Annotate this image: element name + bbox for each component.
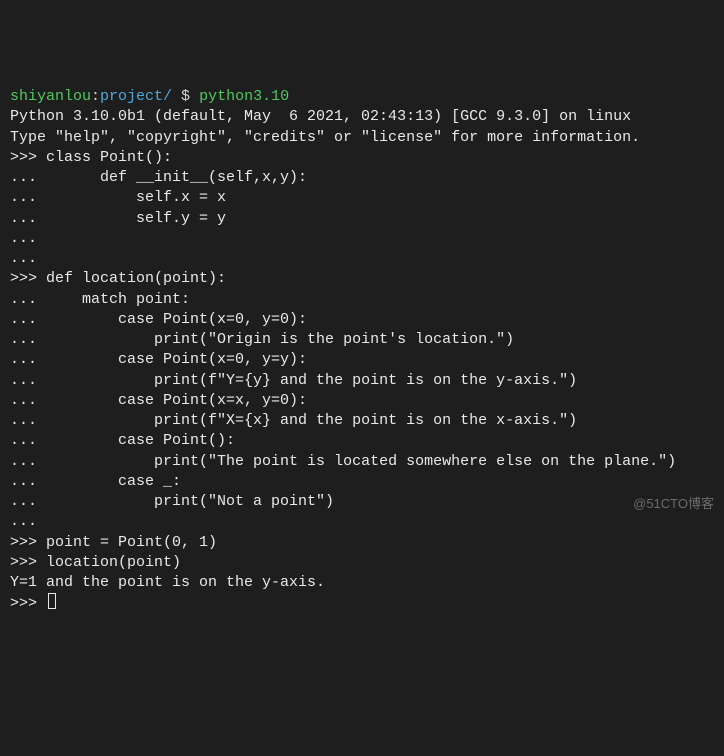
- terminal[interactable]: shiyanlou:project/ $ python3.10Python 3.…: [10, 87, 714, 615]
- ps1-prompt: >>>: [10, 595, 46, 612]
- watermark: @51CTO博客: [633, 495, 714, 513]
- ps2-prompt: ...: [10, 453, 46, 470]
- repl-line: ...: [10, 512, 714, 532]
- repl-line: ...: [10, 249, 714, 269]
- prompt-sep: :: [91, 88, 100, 105]
- command-typed: python3.10: [199, 88, 289, 105]
- repl-line: >>> location(point): [10, 553, 714, 573]
- code: class Point():: [46, 149, 172, 166]
- repl-line: >>> def location(point):: [10, 269, 714, 289]
- ps2-prompt: ...: [10, 412, 46, 429]
- repl-line: ...: [10, 229, 714, 249]
- prompt-path: project/: [100, 88, 172, 105]
- repl-line: ... self.x = x: [10, 188, 714, 208]
- code: print(f"X={x} and the point is on the x-…: [46, 412, 577, 429]
- ps1-prompt: >>>: [10, 270, 46, 287]
- ps2-prompt: ...: [10, 210, 46, 227]
- repl-line: ... def __init__(self,x,y):: [10, 168, 714, 188]
- cursor-icon: [48, 593, 56, 609]
- shell-prompt-line: shiyanlou:project/ $ python3.10: [10, 87, 714, 107]
- repl-line: ... case Point(x=x, y=0):: [10, 391, 714, 411]
- repl-line: ... print("Origin is the point's locatio…: [10, 330, 714, 350]
- repl-line: ... print(f"Y={y} and the point is on th…: [10, 371, 714, 391]
- code: case Point():: [46, 432, 235, 449]
- repl-line: ... case Point():: [10, 431, 714, 451]
- code: case Point(x=0, y=y):: [46, 351, 307, 368]
- code: print("The point is located somewhere el…: [46, 453, 676, 470]
- ps2-prompt: ...: [10, 392, 46, 409]
- code: location(point): [46, 554, 181, 571]
- code: point = Point(0, 1): [46, 534, 217, 551]
- ps2-prompt: ...: [10, 473, 46, 490]
- code: case _:: [46, 473, 181, 490]
- repl-line: ... case _:: [10, 472, 714, 492]
- ps2-prompt: ...: [10, 351, 46, 368]
- code: self.x = x: [46, 189, 226, 206]
- code: match point:: [46, 291, 190, 308]
- code: print("Not a point"): [46, 493, 334, 510]
- ps2-prompt: ...: [10, 291, 46, 308]
- ps2-prompt: ...: [10, 230, 46, 247]
- ps1-prompt: >>>: [10, 534, 46, 551]
- ps1-prompt: >>>: [10, 149, 46, 166]
- code: def location(point):: [46, 270, 226, 287]
- repl-line: ... case Point(x=0, y=0):: [10, 310, 714, 330]
- ps2-prompt: ...: [10, 513, 46, 530]
- ps2-prompt: ...: [10, 250, 46, 267]
- output-line: Y=1 and the point is on the y-axis.: [10, 573, 714, 593]
- code: case Point(x=0, y=0):: [46, 311, 307, 328]
- code: case Point(x=x, y=0):: [46, 392, 307, 409]
- prompt-user: shiyanlou: [10, 88, 91, 105]
- code: def __init__(self,x,y):: [46, 169, 307, 186]
- ps1-prompt: >>>: [10, 554, 46, 571]
- ps2-prompt: ...: [10, 432, 46, 449]
- ps2-prompt: ...: [10, 331, 46, 348]
- repl-line: ... print("The point is located somewher…: [10, 452, 714, 472]
- ps2-prompt: ...: [10, 493, 46, 510]
- ps2-prompt: ...: [10, 372, 46, 389]
- ps2-prompt: ...: [10, 169, 46, 186]
- python-banner-line2: Type "help", "copyright", "credits" or "…: [10, 128, 714, 148]
- repl-line: >>> class Point():: [10, 148, 714, 168]
- code: self.y = y: [46, 210, 226, 227]
- repl-line: ... match point:: [10, 290, 714, 310]
- repl-line: ... print(f"X={x} and the point is on th…: [10, 411, 714, 431]
- repl-line: ... self.y = y: [10, 209, 714, 229]
- repl-line: ... print("Not a point"): [10, 492, 714, 512]
- code: print("Origin is the point's location."): [46, 331, 514, 348]
- repl-line: >>> point = Point(0, 1): [10, 533, 714, 553]
- prompt-dollar: $: [172, 88, 199, 105]
- code: print(f"Y={y} and the point is on the y-…: [46, 372, 577, 389]
- ps2-prompt: ...: [10, 189, 46, 206]
- ps2-prompt: ...: [10, 311, 46, 328]
- repl-line: ... case Point(x=0, y=y):: [10, 350, 714, 370]
- repl-prompt-waiting[interactable]: >>>: [10, 593, 714, 614]
- python-banner-line1: Python 3.10.0b1 (default, May 6 2021, 02…: [10, 107, 714, 127]
